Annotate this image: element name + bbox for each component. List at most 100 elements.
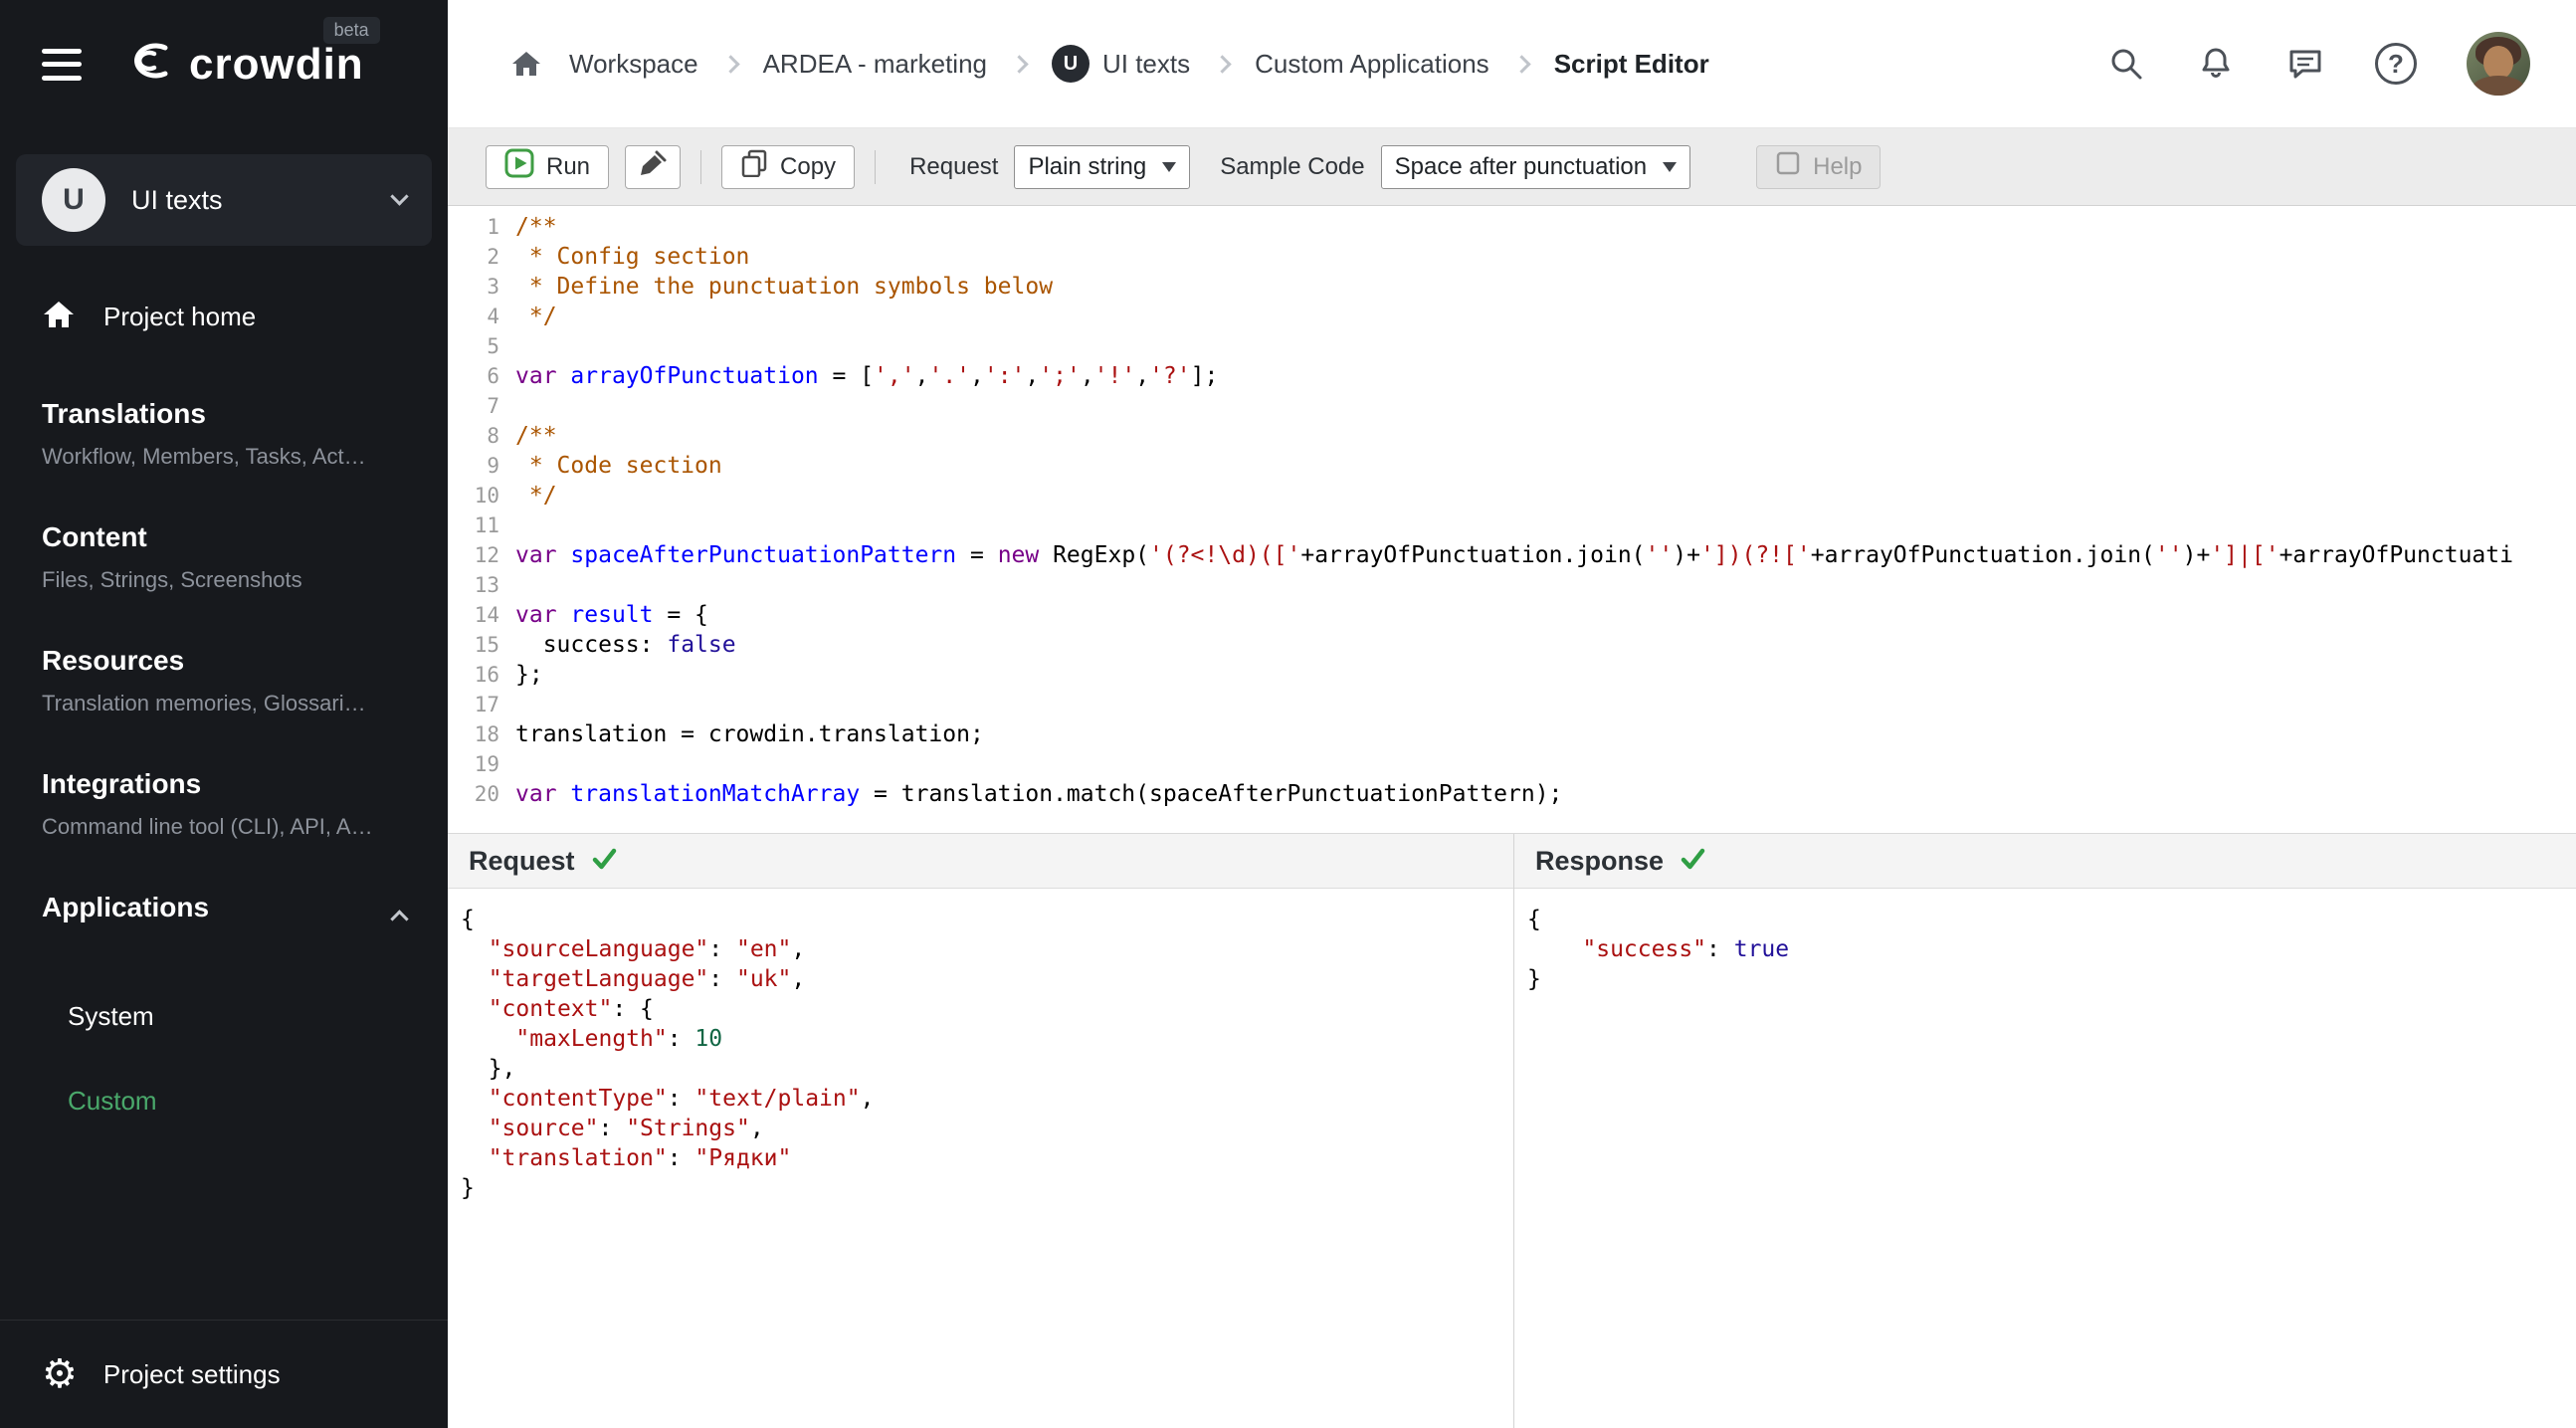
menu-icon[interactable] <box>42 47 88 83</box>
breadcrumb-item-workspace[interactable]: Workspace <box>569 49 698 80</box>
search-icon[interactable] <box>2106 44 2146 84</box>
play-icon <box>504 148 534 185</box>
response-panel-title: Response <box>1535 845 1665 876</box>
gear-icon: ⚙ <box>42 1351 78 1397</box>
sample-code-label: Sample Code <box>1220 152 1365 180</box>
sidebar-item-applications[interactable]: Applications <box>42 892 409 937</box>
sidebar: crowdin beta U UI texts Project home Tra… <box>0 0 448 1428</box>
sidebar-item-project-settings[interactable]: ⚙ Project settings <box>0 1320 448 1428</box>
script-toolbar: Run Copy Request Plain string Sample Cod… <box>448 128 2576 206</box>
sample-code-select[interactable]: Space after punctuation <box>1380 144 1691 189</box>
code-line: 3 * Define the punctuation symbols below <box>448 272 2576 302</box>
copy-button[interactable]: Copy <box>721 144 856 189</box>
section-subtitle: Files, Strings, Screenshots <box>42 567 302 592</box>
json-line: }, <box>461 1056 516 1082</box>
line-number: 4 <box>487 305 499 328</box>
json-line: "contentType": "text/plain", <box>488 1086 875 1112</box>
request-panel-title: Request <box>469 845 575 876</box>
selected-value: Space after punctuation <box>1394 152 1648 180</box>
copy-label: Copy <box>780 152 837 180</box>
project-selector[interactable]: U UI texts <box>16 154 432 246</box>
response-panel: Response { "success": true} <box>1514 834 2576 1428</box>
run-button[interactable]: Run <box>486 144 610 189</box>
code-line: 10 */ <box>448 481 2576 510</box>
code-line: 5 <box>448 331 2576 361</box>
app-root: crowdin beta U UI texts Project home Tra… <box>0 0 2576 1428</box>
line-number: 19 <box>474 752 499 776</box>
code-line: 12 var spaceAfterPunctuationPattern = new… <box>448 540 2576 570</box>
sidebar-item-custom[interactable]: Custom <box>68 1086 406 1117</box>
code-line: 18 translation = crowdin.translation; <box>448 719 2576 749</box>
bell-icon[interactable] <box>2196 44 2236 84</box>
messages-icon[interactable] <box>2285 44 2325 84</box>
json-line: } <box>1527 966 1541 992</box>
code-line: 6 var arrayOfPunctuation = [',','.',':','… <box>448 361 2576 391</box>
chevron-right-icon <box>1010 54 1029 74</box>
sidebar-item-translations[interactable]: Translations Workflow, Members, Tasks, A… <box>42 398 406 470</box>
response-body: { "success": true} <box>1514 889 2576 1428</box>
brush-icon <box>638 148 668 185</box>
line-number: 12 <box>474 543 499 567</box>
line-number: 1 <box>487 215 499 239</box>
breadcrumb-item-ui-texts[interactable]: U UI texts <box>1051 45 1190 83</box>
sidebar-item-project-home[interactable]: Project home <box>0 246 448 336</box>
request-body[interactable]: { "sourceLanguage": "en", "targetLanguag… <box>448 889 1513 1428</box>
line-number: 18 <box>474 722 499 746</box>
json-line: { <box>1527 907 1541 932</box>
code-line: 1/** <box>448 212 2576 242</box>
json-line: } <box>461 1175 475 1201</box>
sidebar-item-label: Project home <box>103 302 257 331</box>
line-number: 8 <box>487 424 499 448</box>
main-area: Workspace ARDEA - marketing U UI texts C… <box>448 0 2576 1428</box>
json-line: "sourceLanguage": "en", <box>488 936 806 962</box>
toolbar-divider <box>875 149 877 184</box>
code-line: 15 success: false <box>448 630 2576 660</box>
code-line: 9 * Code section <box>448 451 2576 481</box>
line-number: 5 <box>487 334 499 358</box>
user-avatar[interactable] <box>2467 32 2530 96</box>
code-line: 2 * Config section <box>448 242 2576 272</box>
select-arrow-icon <box>1162 161 1177 172</box>
toolbar-divider <box>700 149 702 184</box>
code-line: 8/** <box>448 421 2576 451</box>
section-title: Integrations <box>42 768 202 799</box>
sidebar-item-system[interactable]: System <box>68 1001 406 1032</box>
section-subtitle: Translation memories, Glossari… <box>42 691 366 715</box>
clear-brush-button[interactable] <box>625 144 682 189</box>
code-line: 17 <box>448 690 2576 719</box>
run-label: Run <box>546 152 591 180</box>
chevron-right-icon <box>1213 54 1232 74</box>
line-number: 15 <box>474 633 499 657</box>
section-title: Content <box>42 521 147 552</box>
help-button[interactable]: Help <box>1756 144 1882 189</box>
sidebar-item-integrations[interactable]: Integrations Command line tool (CLI), AP… <box>42 768 406 840</box>
chevron-down-icon <box>390 186 409 206</box>
line-number: 20 <box>474 782 499 806</box>
breadcrumb: Workspace ARDEA - marketing U UI texts C… <box>509 45 1709 83</box>
json-line: "targetLanguage": "uk", <box>488 966 806 992</box>
code-line: 4 */ <box>448 302 2576 331</box>
breadcrumb-item-ardea-marketing[interactable]: ARDEA - marketing <box>763 49 987 80</box>
help-checkbox-icon <box>1775 150 1801 183</box>
request-panel-header: Request <box>448 834 1513 889</box>
top-bar: Workspace ARDEA - marketing U UI texts C… <box>448 0 2576 128</box>
section-subtitle: Command line tool (CLI), API, A… <box>42 814 373 839</box>
help-icon[interactable]: ? <box>2375 43 2417 85</box>
code-line: 16}; <box>448 660 2576 690</box>
request-type-label: Request <box>909 152 999 180</box>
success-check-icon <box>590 845 618 878</box>
sidebar-item-label: Project settings <box>102 1358 281 1389</box>
workspace-home-icon[interactable] <box>509 47 543 81</box>
select-arrow-icon <box>1663 161 1678 172</box>
code-editor[interactable]: 1/** 2 * Config section 3 * Define the pun… <box>448 206 2576 833</box>
sidebar-item-content[interactable]: Content Files, Strings, Screenshots <box>42 521 406 593</box>
crowdin-logo[interactable]: crowdin beta <box>121 17 380 90</box>
request-type-select[interactable]: Plain string <box>1014 144 1191 189</box>
breadcrumb-item-custom-applications[interactable]: Custom Applications <box>1255 49 1489 80</box>
response-panel-header: Response <box>1514 834 2576 889</box>
sidebar-item-resources[interactable]: Resources Translation memories, Glossari… <box>42 645 406 716</box>
line-number: 6 <box>487 364 499 388</box>
copy-icon <box>740 149 768 184</box>
line-number: 2 <box>487 245 499 269</box>
section-title: Translations <box>42 398 206 429</box>
